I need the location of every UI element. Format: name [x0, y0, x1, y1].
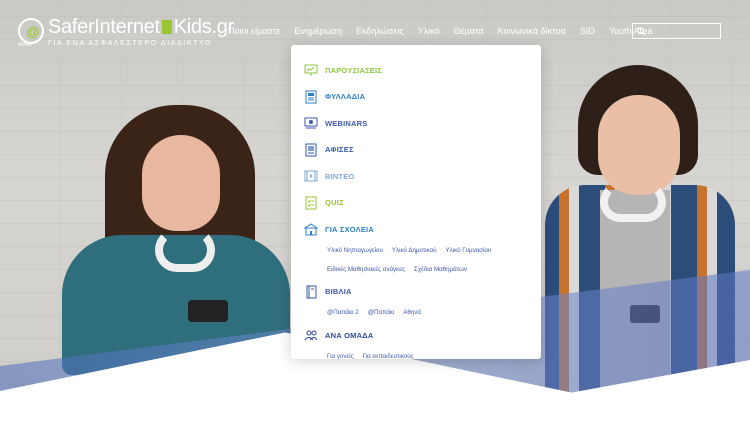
presentation-icon	[304, 63, 318, 77]
video-icon	[304, 169, 318, 183]
logo-at-icon: @	[18, 18, 44, 44]
submenu-parents[interactable]: Για γονείς	[327, 347, 354, 366]
nav-events[interactable]: Εκδηλώσεις	[356, 26, 404, 36]
search-input[interactable]	[649, 26, 719, 36]
menu-item-by-group[interactable]: ΑΝΑ ΟΜΑΔΑ	[291, 322, 541, 349]
menu-item-books[interactable]: ΒΙΒΛΙΑ	[291, 279, 541, 306]
menu-label-by-group: ΑΝΑ ΟΜΑΔΑ	[325, 330, 374, 340]
search-box[interactable]	[632, 23, 721, 39]
logo-title: SaferInternet Kids.gr	[48, 16, 234, 38]
book-icon	[304, 285, 318, 299]
menu-label-quiz: QUIZ	[325, 198, 344, 208]
girl-headphones	[155, 228, 215, 272]
menu-label-posters: ΑΦΙΣΕΣ	[325, 145, 354, 155]
submenu-special-needs[interactable]: Ειδικές Μαθησιακές ανάγκες	[327, 260, 405, 279]
books-submenu: @Παπάκι 2 @Παπάκι Αθηνά	[291, 303, 541, 322]
girl-smartphone	[188, 300, 228, 322]
menu-label-schools: ΓΙΑ ΣΧΟΛΕΙΑ	[325, 224, 374, 234]
menu-item-schools[interactable]: ΓΙΑ ΣΧΟΛΕΙΑ	[291, 216, 541, 243]
submenu-teachers[interactable]: Για εκπαιδευτικούς	[363, 347, 414, 366]
nav-topics[interactable]: Θέματα	[454, 26, 484, 36]
menu-label-video: ΒΙΝΤΕΟ	[325, 171, 355, 181]
poster-icon	[304, 143, 318, 157]
logo-square-icon	[161, 20, 172, 34]
schools-submenu: Υλικό Νηπιαγωγείου Υλικό Δημοτικού Υλικό…	[291, 241, 541, 279]
main-nav: Ποιοι είμαστε Ενημέρωση Εκδηλώσεις Υλικό…	[228, 26, 667, 36]
group-submenu: Για γονείς Για εκπαιδευτικούς	[291, 347, 541, 366]
submenu-papaki-2[interactable]: @Παπάκι 2	[327, 303, 359, 322]
menu-item-leaflets[interactable]: ΦΥΛΛΑΔΙΑ	[291, 84, 541, 111]
logo-www: www.	[18, 42, 33, 48]
school-icon	[304, 222, 318, 236]
material-dropdown-menu: ΠΑΡΟΥΣΙΑΣΕΙΣ ΦΥΛΛΑΔΙΑ WEBINARS ΑΦΙΣΕΣ ΒΙ…	[291, 45, 541, 360]
submenu-lesson-plans[interactable]: Σχέδια Μαθημάτων	[414, 260, 467, 279]
submenu-athina[interactable]: Αθηνά	[403, 303, 421, 322]
group-icon	[304, 328, 318, 342]
boy-face	[598, 95, 680, 195]
site-logo[interactable]: @ SaferInternet Kids.gr ΓΙΑ ΕΝΑ ΑΣΦΑΛΕΣΤΕ…	[18, 16, 234, 47]
webinar-icon	[304, 116, 318, 130]
menu-label-presentations: ΠΑΡΟΥΣΙΑΣΕΙΣ	[325, 65, 382, 75]
nav-about[interactable]: Ποιοι είμαστε	[228, 26, 281, 36]
submenu-kindergarten[interactable]: Υλικό Νηπιαγωγείου	[327, 241, 383, 260]
menu-item-webinars[interactable]: WEBINARS	[291, 110, 541, 137]
submenu-highschool[interactable]: Υλικό Γυμνασίου	[445, 241, 491, 260]
submenu-papaki[interactable]: @Παπάκι	[368, 303, 395, 322]
nav-sid[interactable]: SID	[580, 26, 595, 36]
menu-label-webinars: WEBINARS	[325, 118, 368, 128]
nav-social[interactable]: Κοινωνικά δίκτυα	[498, 26, 566, 36]
nav-news[interactable]: Ενημέρωση	[295, 26, 342, 36]
menu-item-posters[interactable]: ΑΦΙΣΕΣ	[291, 137, 541, 164]
logo-tagline: ΓΙΑ ΕΝΑ ΑΣΦΑΛΕΣΤΕΡΟ ΔΙΑΔΙΚΤΥΟ	[48, 40, 212, 47]
menu-item-quiz[interactable]: QUIZ	[291, 190, 541, 217]
nav-material[interactable]: Υλικό	[418, 26, 440, 36]
menu-label-leaflets: ΦΥΛΛΑΔΙΑ	[325, 92, 366, 102]
submenu-primary[interactable]: Υλικό Δημοτικού	[392, 241, 437, 260]
menu-label-books: ΒΙΒΛΙΑ	[325, 287, 352, 297]
leaflet-icon	[304, 90, 318, 104]
menu-item-presentations[interactable]: ΠΑΡΟΥΣΙΑΣΕΙΣ	[291, 57, 541, 84]
boy-headphones	[600, 182, 666, 222]
menu-item-video[interactable]: ΒΙΝΤΕΟ	[291, 163, 541, 190]
girl-face	[142, 135, 220, 231]
quiz-icon	[304, 196, 318, 210]
search-icon[interactable]	[637, 26, 646, 36]
